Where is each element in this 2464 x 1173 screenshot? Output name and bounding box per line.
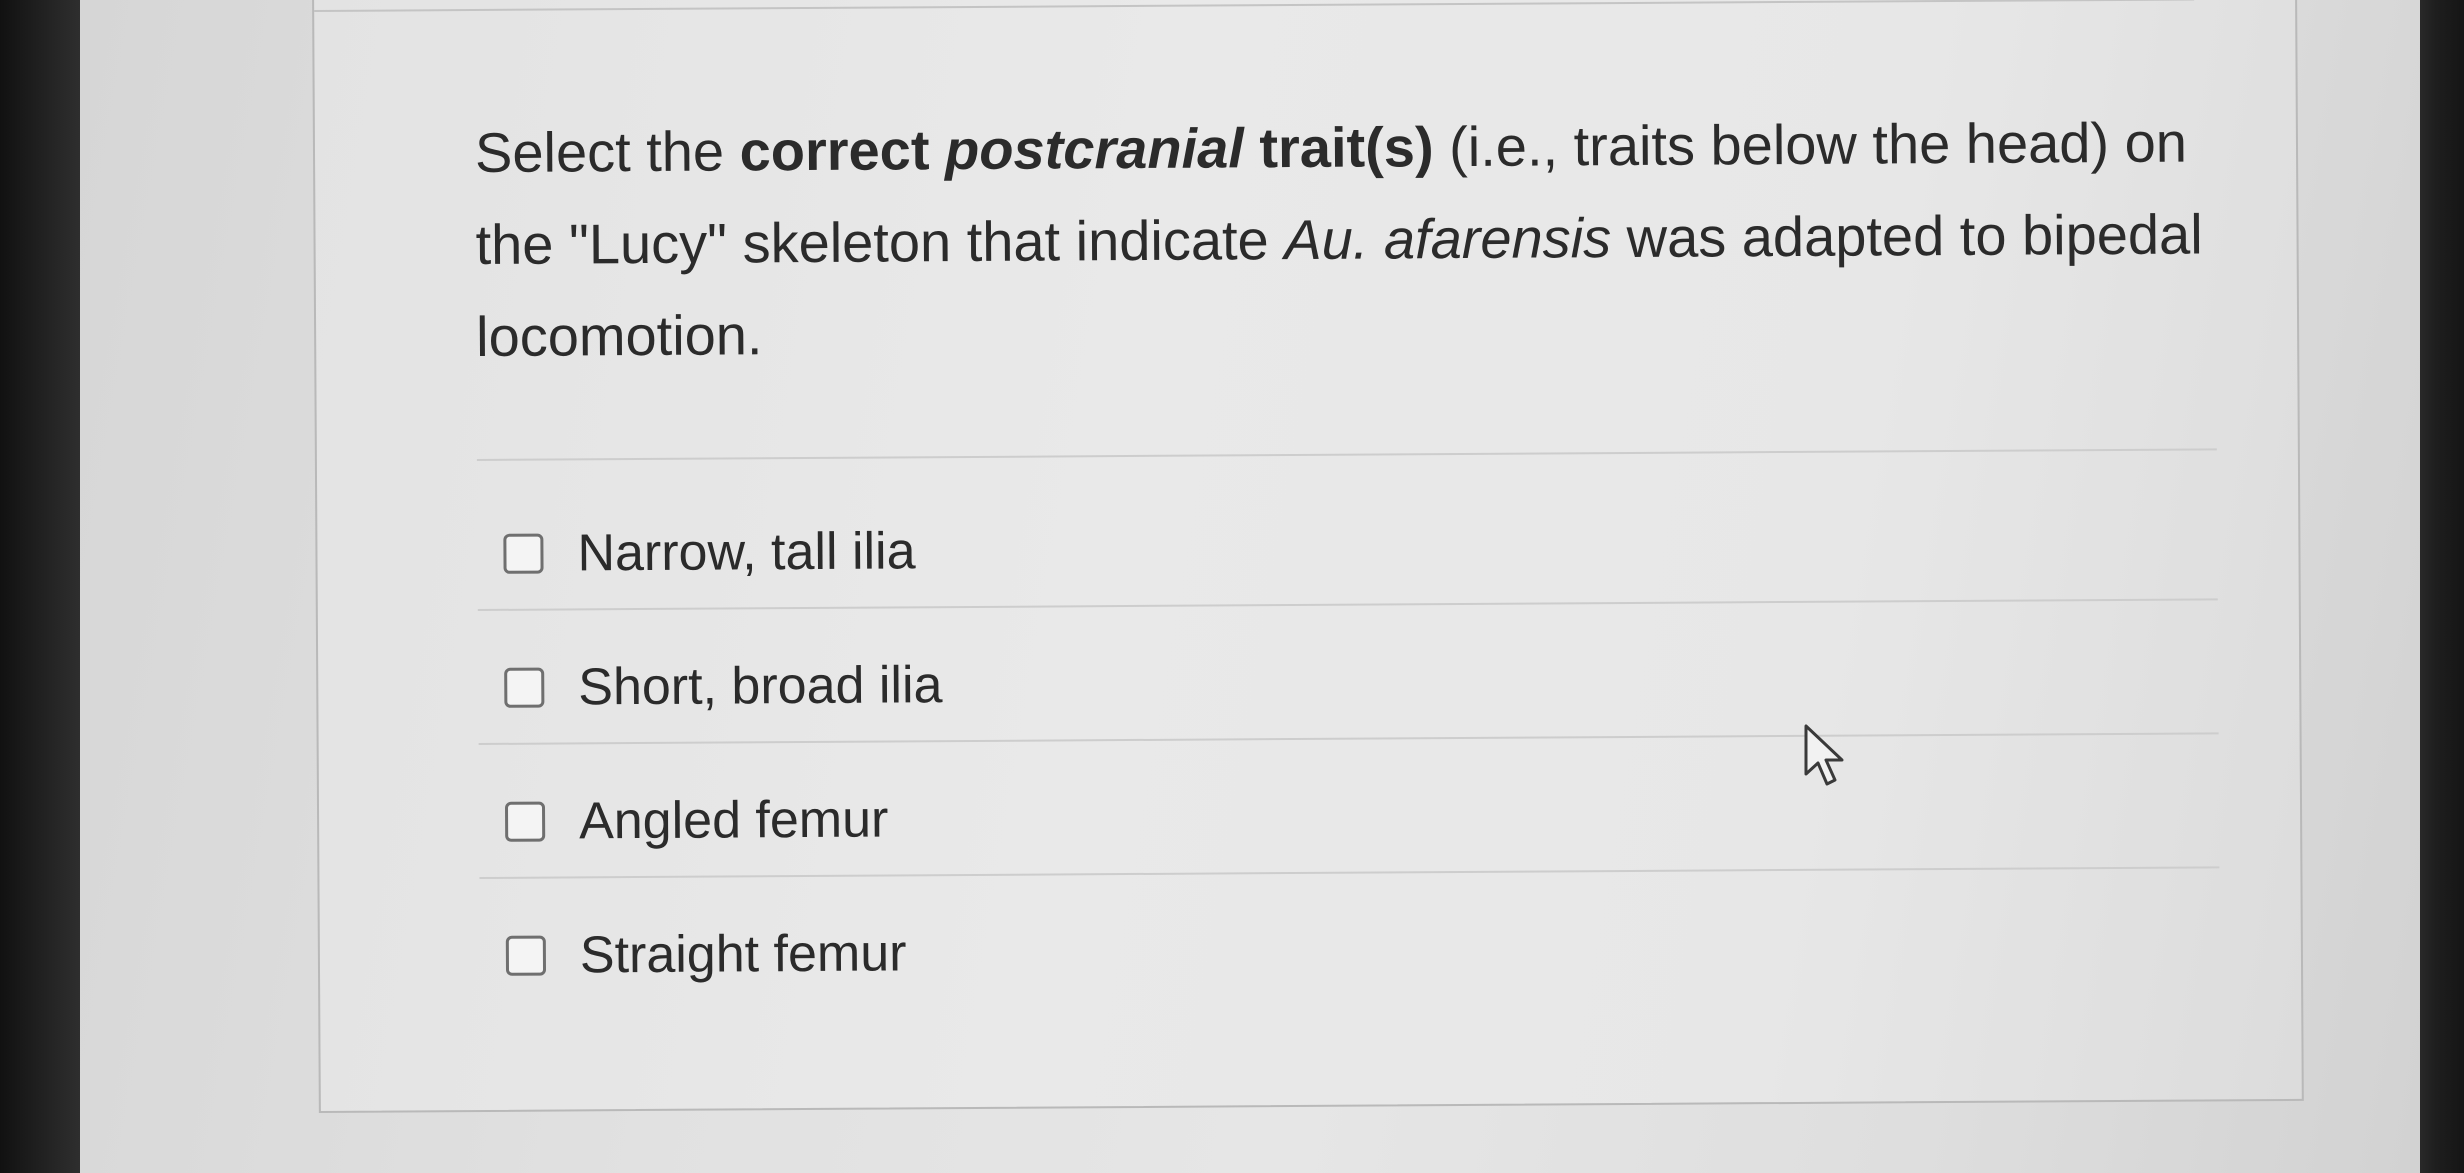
checkbox-icon[interactable]: [503, 533, 544, 574]
question-divider: [476, 448, 2217, 462]
question-text-part: Select the: [474, 119, 740, 185]
answer-option-label[interactable]: Narrow, tall ilia: [577, 521, 915, 583]
question-text-bold: correct: [739, 118, 946, 183]
checkbox-icon[interactable]: [504, 801, 546, 842]
checkbox-icon[interactable]: [504, 667, 545, 708]
screen: Select the correct postcranial trait(s) …: [80, 0, 2420, 1173]
question-card: Select the correct postcranial trait(s) …: [312, 0, 2304, 1113]
answer-option[interactable]: Angled femur: [479, 756, 2220, 877]
screen-bezel-left: [0, 0, 80, 1173]
card-top-divider: [314, 0, 2195, 12]
answer-option-label[interactable]: Angled femur: [579, 789, 889, 851]
answer-option-label[interactable]: Short, broad ilia: [578, 655, 943, 717]
mouse-pointer-icon: [1804, 724, 1844, 786]
question-text: Select the correct postcranial trait(s) …: [475, 96, 2237, 383]
answer-option-label[interactable]: Straight femur: [580, 923, 907, 985]
answer-option[interactable]: Narrow, tall ilia: [477, 488, 2218, 609]
question-text-bold: trait(s): [1243, 115, 1434, 180]
answer-option[interactable]: Short, broad ilia: [478, 622, 2219, 743]
question-text-bold-italic: postcranial: [944, 116, 1244, 182]
checkbox-icon[interactable]: [505, 935, 547, 976]
answer-option[interactable]: Straight femur: [480, 890, 2221, 1011]
species-name: Au. afarensis: [1284, 206, 1612, 272]
